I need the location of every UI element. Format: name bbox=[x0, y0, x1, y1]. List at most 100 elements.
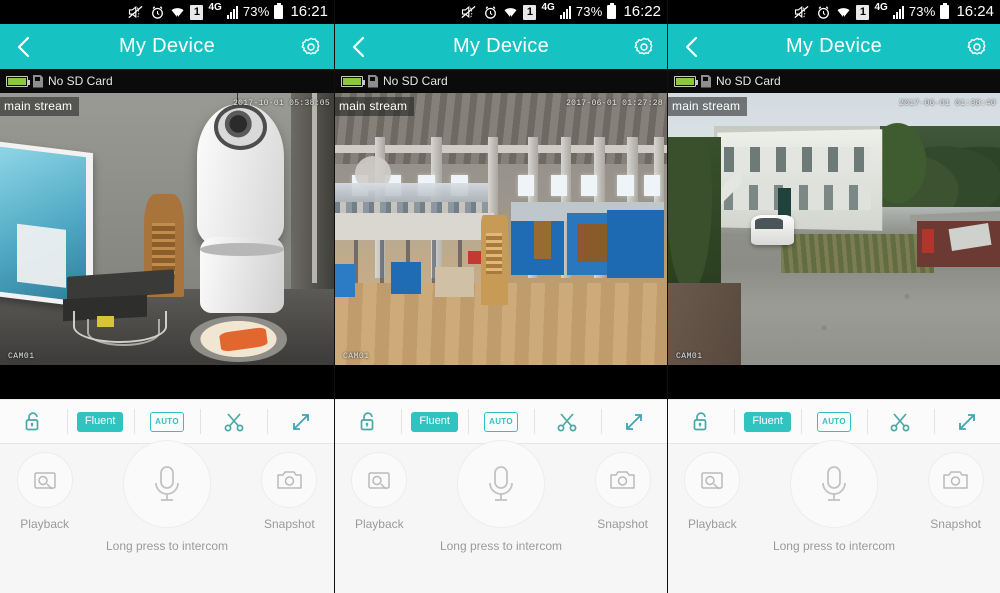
video-timestamp: 2017-10-01 05:38:05 bbox=[233, 99, 330, 108]
status-bar: 1 4G 73% 16:21 bbox=[0, 0, 334, 24]
action-bar: Playback Long press to intercom Snapshot bbox=[335, 440, 667, 593]
device-battery-icon bbox=[674, 75, 698, 87]
battery-percent-label: 73% bbox=[242, 4, 270, 19]
fullscreen-button[interactable] bbox=[600, 399, 667, 444]
fullscreen-button[interactable] bbox=[933, 399, 1000, 444]
app-header: My Device bbox=[668, 24, 1000, 69]
video-player-3[interactable]: main stream 2017-06-01 01:38:40 CAM01 bbox=[668, 93, 1000, 365]
intercom-label: Long press to intercom bbox=[439, 539, 563, 553]
video-player-2[interactable]: main stream 2017-06-01 01:27:28 CAM01 bbox=[335, 93, 667, 365]
sd-card-icon bbox=[33, 74, 43, 88]
video-letterbox bbox=[335, 365, 667, 399]
clock-label: 16:22 bbox=[623, 3, 661, 20]
intercom-button[interactable] bbox=[123, 440, 211, 528]
playback-icon bbox=[701, 472, 724, 490]
signal-strength-icon bbox=[892, 5, 904, 19]
quality-badge-label: Fluent bbox=[411, 411, 458, 432]
fullscreen-button[interactable] bbox=[267, 399, 334, 444]
wifi-icon bbox=[503, 0, 518, 24]
lock-button[interactable] bbox=[335, 399, 401, 444]
app-header: My Device bbox=[335, 24, 667, 69]
phone-screen-2: 1 4G 73% 16:22 My Device No SD Card main… bbox=[334, 0, 667, 593]
stream-quality-button[interactable]: Fluent bbox=[734, 399, 800, 444]
camera-icon bbox=[943, 471, 968, 489]
snapshot-button[interactable] bbox=[261, 452, 318, 508]
video-frame bbox=[668, 93, 1000, 365]
microphone-icon bbox=[822, 466, 846, 501]
playback-action[interactable]: Playback bbox=[684, 452, 741, 531]
alarm-icon bbox=[150, 0, 165, 24]
intercom-action[interactable]: Long press to intercom bbox=[106, 440, 228, 553]
back-button[interactable] bbox=[668, 36, 714, 58]
back-button[interactable] bbox=[0, 36, 46, 58]
quality-badge-label: Fluent bbox=[744, 411, 791, 432]
playback-button[interactable] bbox=[684, 452, 741, 508]
sd-card-status-bar: No SD Card bbox=[335, 69, 667, 93]
settings-button[interactable] bbox=[288, 35, 334, 59]
intercom-action[interactable]: Long press to intercom bbox=[440, 440, 562, 553]
auto-mode-button[interactable]: AUTO bbox=[467, 399, 534, 444]
device-battery-icon bbox=[6, 75, 30, 87]
alarm-icon bbox=[483, 0, 498, 24]
sd-card-status-bar: No SD Card bbox=[668, 69, 1000, 93]
battery-percent-label: 73% bbox=[908, 4, 936, 19]
auto-mode-button[interactable]: AUTO bbox=[133, 399, 201, 444]
settings-button[interactable] bbox=[621, 35, 667, 59]
lock-button[interactable] bbox=[0, 399, 67, 444]
sd-card-status-label: No SD Card bbox=[383, 74, 448, 88]
page-title: My Device bbox=[452, 35, 550, 57]
snapshot-action[interactable]: Snapshot bbox=[261, 452, 318, 531]
stream-quality-button[interactable]: Fluent bbox=[66, 399, 134, 444]
playback-icon bbox=[33, 472, 56, 490]
microphone-icon bbox=[489, 466, 513, 501]
video-frame bbox=[335, 93, 667, 365]
stream-quality-button[interactable]: Fluent bbox=[401, 399, 467, 444]
playback-button[interactable] bbox=[351, 452, 408, 508]
playback-action[interactable]: Playback bbox=[351, 452, 408, 531]
network-type-label: 4G bbox=[874, 2, 888, 13]
wifi-icon bbox=[170, 0, 185, 24]
mute-icon bbox=[128, 0, 145, 24]
camera-icon bbox=[277, 471, 302, 489]
app-header: My Device bbox=[0, 24, 334, 69]
camera-name-label: CAM01 bbox=[8, 352, 35, 361]
page-title: My Device bbox=[118, 35, 216, 57]
scissors-button[interactable] bbox=[534, 399, 600, 444]
playback-action[interactable]: Playback bbox=[16, 452, 73, 531]
action-bar: Playback Long press to intercom Snapshot bbox=[668, 440, 1000, 593]
sim-slot-icon: 1 bbox=[856, 4, 870, 20]
snapshot-button[interactable] bbox=[594, 452, 651, 508]
snapshot-label: Snapshot bbox=[263, 517, 315, 531]
video-player-1[interactable]: main stream 2017-10-01 05:38:05 CAM01 bbox=[0, 93, 334, 365]
intercom-button[interactable] bbox=[789, 440, 878, 528]
video-frame bbox=[0, 93, 334, 365]
intercom-label: Long press to intercom bbox=[105, 539, 229, 553]
snapshot-button[interactable] bbox=[927, 452, 984, 508]
back-button[interactable] bbox=[335, 36, 381, 58]
stream-type-label: main stream bbox=[0, 97, 80, 116]
alarm-icon bbox=[816, 0, 831, 24]
sim-slot-icon: 1 bbox=[190, 4, 204, 20]
scissors-button[interactable] bbox=[200, 399, 267, 444]
status-bar: 1 4G 73% 16:24 bbox=[668, 0, 1000, 24]
camera-scene-workshop bbox=[335, 93, 667, 365]
video-toolbar: Fluent AUTO bbox=[335, 399, 667, 444]
intercom-action[interactable]: Long press to intercom bbox=[773, 440, 895, 553]
sd-card-status-label: No SD Card bbox=[716, 74, 781, 88]
snapshot-label: Snapshot bbox=[930, 517, 982, 531]
video-toolbar: Fluent AUTO bbox=[668, 399, 1000, 444]
phone-screen-3: 1 4G 73% 16:24 My Device No SD Card main… bbox=[667, 0, 1000, 593]
intercom-button[interactable] bbox=[456, 440, 545, 528]
snapshot-action[interactable]: Snapshot bbox=[927, 452, 984, 531]
video-letterbox bbox=[668, 365, 1000, 399]
scissors-button[interactable] bbox=[867, 399, 933, 444]
camera-name-label: CAM01 bbox=[343, 352, 370, 361]
lock-button[interactable] bbox=[668, 399, 734, 444]
snapshot-action[interactable]: Snapshot bbox=[594, 452, 651, 531]
settings-button[interactable] bbox=[954, 35, 1000, 59]
playback-button[interactable] bbox=[16, 452, 73, 508]
auto-mode-button[interactable]: AUTO bbox=[800, 399, 867, 444]
video-timestamp: 2017-06-01 01:27:28 bbox=[566, 99, 663, 108]
phone-screen-1: 1 4G 73% 16:21 My Device No SD Card main… bbox=[0, 0, 334, 593]
quality-badge-label: Fluent bbox=[76, 411, 124, 432]
